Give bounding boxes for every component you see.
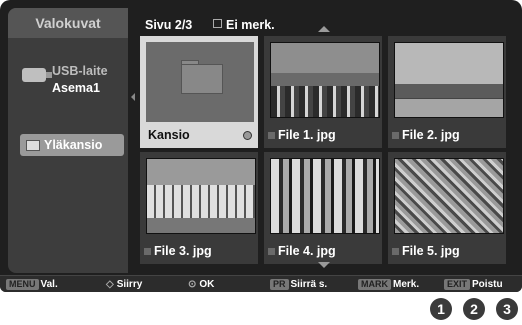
unmarked-label: Ei merk.: [226, 18, 275, 32]
ok-hint: ⊙ OK: [188, 278, 214, 291]
ok-button-icon: ⊙: [188, 279, 197, 290]
folder-thumbnail: [146, 42, 254, 122]
callout-badge-2: 2: [463, 298, 485, 320]
checkbox-icon: [213, 19, 222, 28]
grid-item-label: File 4. jpg: [278, 244, 336, 258]
bottom-help-bar: MENU Val. ◇ Siirry ⊙ OK PR Siirrä s. MARK Mer…: [0, 275, 522, 292]
grid-item-file-2[interactable]: File 2. jpg: [388, 36, 506, 148]
parent-folder-button[interactable]: Yläkansio: [20, 134, 124, 156]
checkbox-icon[interactable]: [392, 132, 399, 139]
photo-thumbnail: [394, 158, 504, 234]
page-move-hint-label: Siirrä s.: [290, 279, 328, 290]
pr-key: PR: [270, 279, 289, 290]
checkbox-icon[interactable]: [268, 132, 275, 139]
menu-hint-label: Val.: [40, 279, 58, 290]
unmarked-filter[interactable]: Ei merk.: [213, 18, 275, 32]
mark-hint[interactable]: MARK Merk.: [358, 278, 419, 291]
photo-thumbnail: [270, 158, 380, 234]
ok-hint-label: OK: [199, 279, 215, 290]
callout-badge-3: 3: [496, 298, 518, 320]
folder-icon: [26, 140, 40, 151]
page-indicator: Sivu 2/3: [145, 18, 193, 32]
move-hint: ◇ Siirry: [106, 278, 142, 291]
page-move-hint: PR Siirrä s.: [270, 278, 327, 291]
grid-item-file-4[interactable]: File 4. jpg: [264, 152, 382, 264]
photo-thumbnail: [270, 42, 380, 118]
photo-browser-screen: Valokuvat USB-laite Asema1 Yläkansio Siv…: [0, 0, 522, 292]
move-hint-label: Siirry: [116, 279, 143, 290]
photo-thumbnail: [394, 42, 504, 118]
exit-hint[interactable]: EXIT Poistu: [444, 278, 503, 291]
callout-badge-1: 1: [430, 298, 452, 320]
grid-item-label: File 5. jpg: [402, 244, 460, 258]
grid-item-file-5[interactable]: File 5. jpg: [388, 152, 506, 264]
grid-item-label: File 2. jpg: [402, 128, 460, 142]
scroll-down-arrow-icon[interactable]: [318, 262, 330, 268]
grid-item-label: File 3. jpg: [154, 244, 212, 258]
device-label: USB-laite: [52, 64, 108, 78]
folder-icon: [181, 64, 223, 94]
grid-item-file-3[interactable]: File 3. jpg: [140, 152, 258, 264]
grid-item-label: Kansio: [148, 128, 190, 142]
left-arrow-icon[interactable]: [131, 93, 135, 101]
usb-drive-icon: [22, 68, 52, 82]
exit-hint-label: Poistu: [472, 279, 503, 290]
app-title: Valokuvat: [8, 8, 128, 38]
photo-thumbnail: [146, 158, 256, 234]
selected-dot-icon: [243, 131, 252, 140]
menu-key: MENU: [6, 279, 39, 290]
mark-hint-label: Merk.: [393, 279, 420, 290]
grid-item-label: File 1. jpg: [278, 128, 336, 142]
grid-item-folder[interactable]: Kansio: [140, 36, 258, 148]
menu-hint[interactable]: MENU Val.: [6, 278, 58, 291]
checkbox-icon[interactable]: [144, 248, 151, 255]
scroll-up-arrow-icon[interactable]: [318, 26, 330, 32]
mark-key: MARK: [358, 279, 391, 290]
grid-item-file-1[interactable]: File 1. jpg: [264, 36, 382, 148]
parent-folder-label: Yläkansio: [44, 138, 103, 152]
checkbox-icon[interactable]: [268, 248, 275, 255]
sidebar: Valokuvat USB-laite Asema1 Yläkansio: [8, 8, 128, 273]
thumbnail-grid: Kansio File 1. jpg File 2. jpg File 3. j…: [140, 36, 510, 264]
exit-key: EXIT: [444, 279, 471, 290]
dpad-icon: ◇: [106, 279, 114, 290]
checkbox-icon[interactable]: [392, 248, 399, 255]
drive-label[interactable]: Asema1: [52, 81, 100, 95]
